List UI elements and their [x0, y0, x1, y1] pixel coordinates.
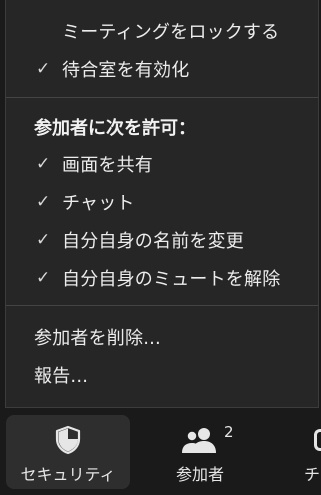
menu-item-label: 報告...	[34, 366, 89, 387]
allow-participants-heading: 参加者に次を許可：	[34, 118, 196, 139]
menu-divider	[6, 305, 318, 306]
security-button-label: セキュリティ	[20, 465, 116, 484]
security-menu: ミーティングをロックする ✓ 待合室を有効化 参加者に次を許可： ✓ 画面を共有…	[5, 0, 319, 408]
check-icon: ✓	[36, 230, 51, 250]
participants-icon: 2	[180, 423, 234, 455]
menu-item-unmute-self[interactable]: ✓ 自分自身のミュートを解除	[6, 259, 318, 297]
menu-item-waiting-room[interactable]: ✓ 待合室を有効化	[6, 50, 318, 88]
menu-item-label: ミーティングをロックする	[62, 22, 280, 43]
chat-button-label: チ	[304, 465, 321, 484]
check-icon: ✓	[36, 192, 51, 212]
participants-button[interactable]: 2 参加者	[138, 415, 262, 489]
meeting-toolbar: セキュリティ 2 参加者 チ	[0, 408, 321, 495]
check-icon: ✓	[36, 268, 51, 288]
menu-item-chat[interactable]: ✓ チャット	[6, 183, 318, 221]
menu-item-label: 待合室を有効化	[62, 60, 190, 81]
menu-item-report[interactable]: 報告...	[6, 356, 318, 394]
participants-count-badge: 2	[224, 423, 234, 441]
menu-item-label: チャット	[62, 193, 135, 214]
menu-item-label: 自分自身のミュートを解除	[62, 269, 281, 290]
menu-divider	[6, 97, 318, 98]
menu-item-share-screen[interactable]: ✓ 画面を共有	[6, 145, 318, 183]
menu-item-label: 画面を共有	[62, 155, 153, 176]
participants-button-label: 参加者	[175, 465, 224, 484]
chat-icon	[314, 429, 321, 451]
menu-item-lock-meeting[interactable]: ミーティングをロックする	[6, 12, 318, 50]
menu-item-label: 参加者を削除...	[34, 328, 161, 349]
menu-item-remove-participant[interactable]: 参加者を削除...	[6, 318, 318, 356]
shield-icon	[53, 425, 83, 455]
check-icon: ✓	[36, 154, 51, 174]
menu-item-rename-self[interactable]: ✓ 自分自身の名前を変更	[6, 221, 318, 259]
chat-button[interactable]: チ	[300, 415, 321, 489]
check-icon: ✓	[36, 59, 51, 79]
security-button[interactable]: セキュリティ	[6, 415, 130, 489]
menu-item-label: 自分自身の名前を変更	[62, 231, 244, 252]
